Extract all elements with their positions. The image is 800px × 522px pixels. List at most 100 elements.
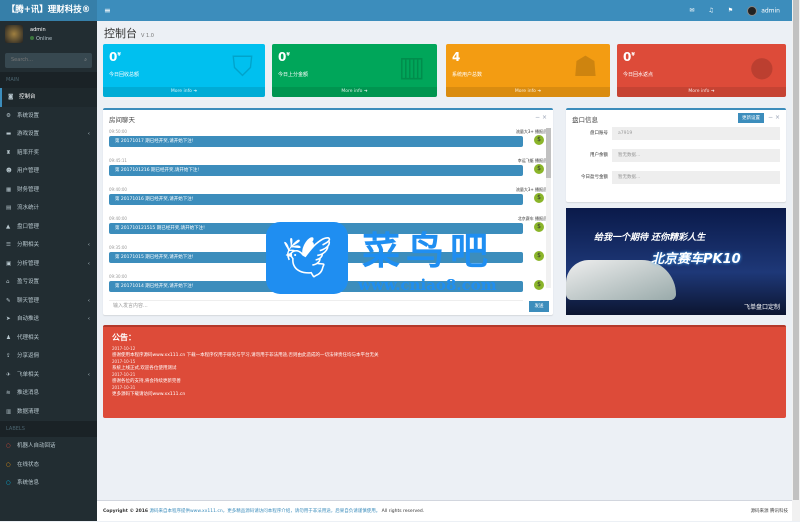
wifi-icon: ≋ [6, 390, 11, 396]
chat-scrollbar[interactable] [546, 128, 551, 288]
user-icon: ☻ [6, 168, 12, 174]
more-info-link[interactable]: More info ➜ [272, 87, 437, 97]
sidebar-item[interactable]: ▥ 数据清理 [0, 403, 97, 422]
stat-label: 今日回水返点 [623, 72, 654, 78]
footer-link[interactable]: 源码来自本程序提供www.xx111.cn，更多精品源码请访问本程序介绍，请勿用… [149, 509, 380, 514]
home-icon: ⌂ [6, 279, 10, 285]
banner-slogan: 给我一个期待 还你精彩人生 [594, 233, 706, 243]
chat-input[interactable]: 输入发言内容... [109, 300, 523, 311]
sidebar-item[interactable]: ➤ 自动推送 ‹ [0, 310, 97, 329]
cog-icon: ⚙ [6, 112, 11, 119]
user-avatar [5, 25, 23, 43]
list-icon: ☰ [6, 242, 11, 248]
field-label: 盘口账号 [590, 131, 608, 136]
sidebar-item[interactable]: ✈ 飞单相关 ‹ [0, 366, 97, 385]
field-input[interactable]: 暂无数据... [612, 149, 780, 162]
bot-avatar-icon: $ [533, 163, 545, 175]
trophy-icon: ♜ [6, 149, 11, 156]
field-label: 今日盈亏金额 [581, 175, 608, 180]
collapse-icon[interactable]: − [768, 114, 773, 121]
chat-message: 09:45:11 幸运飞艇 播报员第 2017101216 期已经开奖,请开始下注… [109, 158, 547, 188]
comment-icon: ✎ [6, 297, 11, 304]
notice-date: 2017-10-21 [112, 372, 136, 377]
circle-icon: ○ [6, 480, 11, 486]
chart-icon: ▤ [6, 205, 12, 211]
bell-icon[interactable]: ♫ [708, 7, 713, 14]
notice-text: 更多源码下载请访问www.xx111.cn [112, 392, 186, 397]
chat-message: 09:40:00 流量大3+ 播报员第 20171016 期已经开奖,请开始下注!… [109, 187, 547, 217]
stat-box: 4 系统用户总数 ☗ More info ➜ [446, 44, 610, 97]
notice-text: 感谢各位的支持,将会持续更新完善 [112, 379, 181, 384]
close-icon[interactable]: × [542, 114, 547, 121]
send-button[interactable]: 发送 [529, 301, 549, 312]
account-info-box: 盘口信息 更新设置 − × 盘口账号 a7919 用户余额 暂无数据... 今日盈亏金额… [566, 108, 786, 202]
banner-title: 北京赛车PK10 [651, 252, 741, 267]
dashboard-icon: ◙ [8, 94, 14, 100]
promo-banner[interactable]: 给我一个期待 还你精彩人生 北京赛车PK10 飞单盘口定制 [566, 208, 786, 315]
bag-icon: ⛉ [231, 50, 253, 83]
sidebar-item[interactable]: ♜ 赔率开奖 [0, 144, 97, 163]
message-bubble: 第 20171014 期已经开奖,请开始下注! [109, 281, 523, 292]
message-bubble: 第 201710121515 期已经开奖,请开始下注! [109, 223, 523, 234]
bar-chart-icon: ▥ [398, 50, 425, 83]
sidebar-item[interactable]: ▤ 流水统计 [0, 199, 97, 218]
message-bubble: 第 20171017 期已经开奖,请开始下注! [109, 136, 523, 147]
stat-box: 0¥ 今日回水返点 ● More info ➜ [617, 44, 786, 97]
user-menu[interactable]: admin [747, 5, 780, 16]
field-label: 用户余额 [590, 153, 608, 158]
user-add-icon: ☗ [572, 50, 598, 83]
panel-title: 盘口信息 [572, 116, 598, 124]
chat-message: 09:40:00 北京赛车 播报员第 201710121515 期已经开奖,请开始… [109, 216, 547, 246]
chat-message: 09:50:00 流量大3+ 播报员第 20171017 期已经开奖,请开始下注!… [109, 129, 547, 159]
chat-title: 房间聊天 [109, 116, 135, 124]
plane-icon: ✈ [6, 371, 11, 378]
sidebar-item[interactable]: ⇪ 分享返佣 [0, 347, 97, 366]
bot-avatar-icon: $ [533, 192, 545, 204]
envelope-icon[interactable]: ✉ [689, 7, 694, 14]
user-panel: admin Online [0, 21, 97, 49]
sidebar-item[interactable]: ⚙ 系统设置 [0, 107, 97, 126]
sidebar-toggle-icon[interactable]: ≡ [104, 6, 111, 15]
sidebar-item[interactable]: ▲ 盘口管理 [0, 218, 97, 237]
more-info-link[interactable]: More info ➜ [617, 87, 786, 97]
file-icon: ▣ [6, 260, 12, 267]
sidebar-item[interactable]: ▬ 游戏设置 ‹ [0, 125, 97, 144]
sidebar-item[interactable]: ▦ 财务管理 [0, 181, 97, 200]
app-logo[interactable]: 【腾+讯】理财科技® [0, 0, 97, 21]
user-status: Online [30, 36, 52, 42]
chevron-left-icon: ‹ [87, 131, 90, 137]
sidebar-item[interactable]: ▣ 分析管理 ‹ [0, 255, 97, 274]
chevron-left-icon: ‹ [87, 371, 90, 378]
sidebar-label-item[interactable]: ○ 系统信息 [0, 474, 97, 493]
flag-icon[interactable]: ⚑ [728, 7, 733, 14]
sidebar-item[interactable]: ☻ 用户管理 [0, 162, 97, 181]
sidebar-item[interactable]: ⌂ 盈亏设置 [0, 273, 97, 292]
sidebar-item[interactable]: ◙ 控制台 [0, 88, 97, 107]
field-input[interactable]: a7919 [612, 127, 780, 140]
page-title: 控制台 V 1.0 [104, 27, 154, 40]
chevron-left-icon: ‹ [87, 297, 90, 304]
stat-box: 0¥ 今日回收总额 ⛉ More info ➜ [103, 44, 265, 97]
footer: Copyright © 2016 源码来自本程序提供www.xx111.cn，更… [97, 500, 792, 521]
gamepad-icon: ▬ [6, 131, 12, 137]
chat-message: 09:35:00 第 20171015 期已经开奖,请开始下注! $ [109, 245, 545, 275]
page-scrollbar[interactable] [792, 0, 800, 521]
close-icon[interactable]: × [775, 114, 780, 121]
notice-text: 系统上线正式,欢迎各位使用测试 [112, 366, 177, 371]
sidebar-label-item[interactable]: ○ 机器人自动回话 [0, 437, 97, 456]
sidebar-search-input[interactable]: Search... ⌕ [5, 53, 92, 68]
money-icon: ▦ [6, 186, 12, 193]
sidebar-item[interactable]: ✎ 聊天管理 ‹ [0, 292, 97, 311]
field-input[interactable]: 暂无数据... [612, 171, 780, 184]
notice-date: 2017-10-15 [112, 359, 136, 364]
sidebar-section-header: MAIN [0, 72, 97, 88]
sidebar-label-item[interactable]: ○ 在线状态 [0, 456, 97, 475]
sidebar-item[interactable]: ☰ 分期相关 ‹ [0, 236, 97, 255]
more-info-link[interactable]: More info ➜ [103, 87, 265, 97]
collapse-icon[interactable]: − [535, 114, 540, 121]
sidebar-item[interactable]: ≋ 推送消息 [0, 384, 97, 403]
search-icon[interactable]: ⌕ [84, 53, 87, 68]
sidebar-item[interactable]: ♟ 代理相关 [0, 329, 97, 348]
update-settings-button[interactable]: 更新设置 [738, 113, 764, 123]
more-info-link[interactable]: More info ➜ [446, 87, 610, 97]
